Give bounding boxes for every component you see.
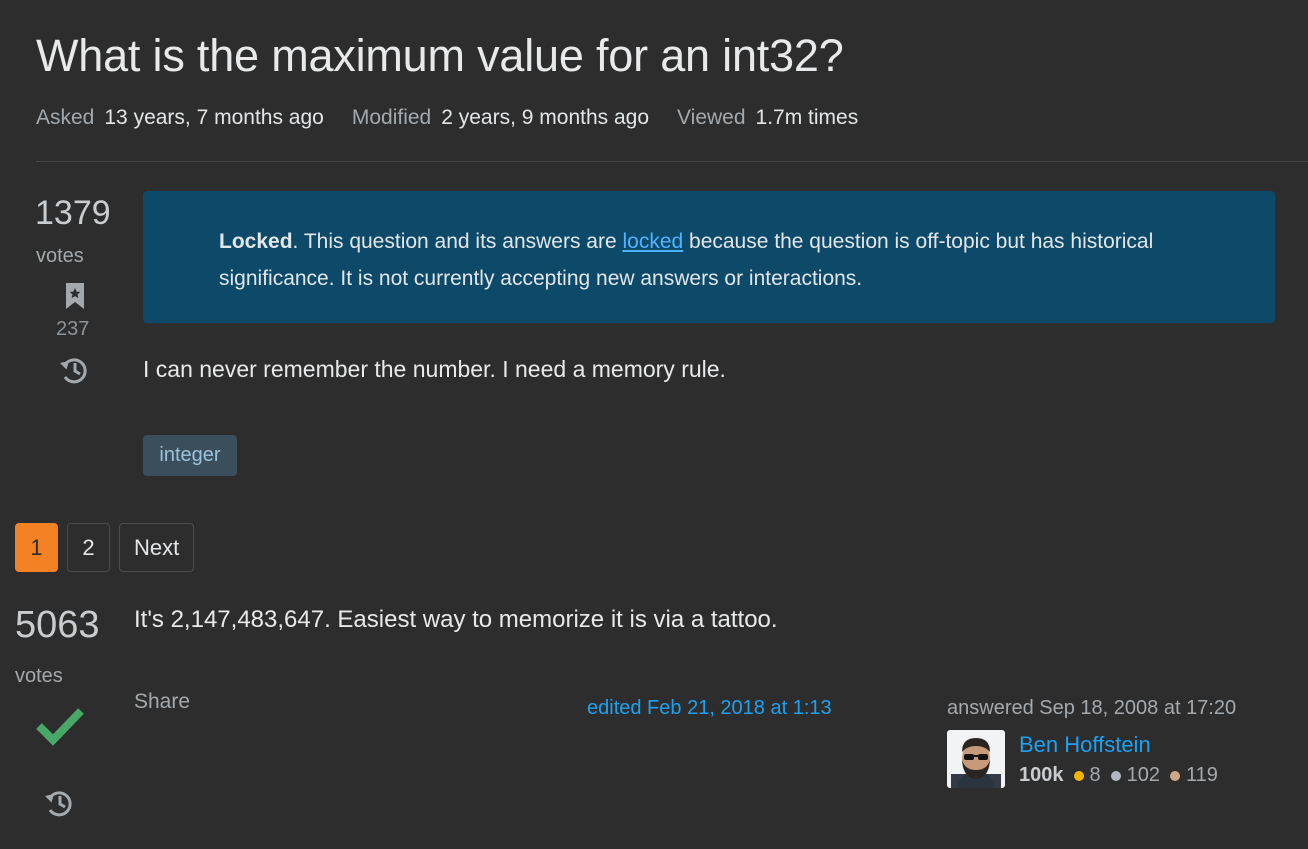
meta-asked: Asked 13 years, 7 months ago bbox=[36, 106, 324, 130]
question-page: What is the maximum value for an int32? … bbox=[0, 0, 1308, 849]
accepted-check-icon bbox=[36, 708, 84, 746]
meta-modified-label: Modified bbox=[351, 106, 432, 129]
notice-bold: Locked bbox=[219, 230, 293, 253]
history-icon[interactable] bbox=[57, 353, 91, 387]
gold-badge-count: 8 bbox=[1089, 764, 1101, 786]
user-avatar[interactable] bbox=[947, 730, 1005, 788]
answer-votes-label: votes bbox=[15, 665, 63, 687]
tag-integer[interactable]: integer bbox=[143, 435, 237, 476]
share-link[interactable]: Share bbox=[134, 690, 190, 714]
answers-pagination: 1 2 Next bbox=[15, 523, 203, 572]
user-stats: 100k 8 102 119 bbox=[1019, 764, 1228, 787]
bronze-badge-icon bbox=[1170, 770, 1180, 781]
question-title[interactable]: What is the maximum value for an int32? bbox=[36, 30, 844, 82]
bookmark-count: 237 bbox=[56, 318, 90, 340]
notice-locked-link[interactable]: locked bbox=[622, 230, 683, 253]
edited-link[interactable]: edited Feb 21, 2018 at 1:13 bbox=[587, 697, 832, 720]
user-name-link[interactable]: Ben Hoffstein bbox=[1019, 732, 1151, 758]
page-1-button[interactable]: 1 bbox=[15, 523, 58, 572]
meta-modified-value[interactable]: 2 years, 9 months ago bbox=[441, 106, 649, 129]
silver-badge-count: 102 bbox=[1126, 764, 1160, 786]
history-icon[interactable] bbox=[42, 786, 76, 820]
meta-modified: Modified 2 years, 9 months ago bbox=[352, 106, 649, 130]
locked-notice: Locked. This question and its answers ar… bbox=[143, 191, 1275, 323]
question-meta: Asked 13 years, 7 months ago Modified 2 ye… bbox=[36, 106, 886, 130]
page-2-button[interactable]: 2 bbox=[67, 523, 110, 572]
answer-vote-count: 5063 bbox=[15, 604, 100, 646]
answer-body: It's 2,147,483,647. Easiest way to memor… bbox=[134, 606, 778, 633]
question-votes-label: votes bbox=[36, 245, 84, 267]
bookmark-icon[interactable] bbox=[64, 282, 86, 310]
question-vote-count: 1379 bbox=[35, 194, 111, 232]
silver-badges: 102 bbox=[1110, 764, 1160, 787]
bronze-badge-count: 119 bbox=[1186, 764, 1218, 786]
next-page-button[interactable]: Next bbox=[119, 523, 195, 572]
meta-asked-label: Asked bbox=[36, 106, 95, 129]
user-reputation: 100k bbox=[1019, 764, 1064, 786]
notice-text-before: . This question and its answers are bbox=[292, 230, 623, 253]
question-vote-column: 1379 votes 237 bbox=[20, 194, 130, 387]
meta-asked-value[interactable]: 13 years, 7 months ago bbox=[104, 106, 323, 129]
bronze-badges: 119 bbox=[1170, 764, 1218, 787]
answer-vote-column: 5063 votes bbox=[10, 604, 120, 820]
question-body: I can never remember the number. I need … bbox=[143, 356, 726, 382]
meta-viewed-label: Viewed bbox=[677, 106, 746, 129]
gold-badges: 8 bbox=[1073, 764, 1101, 787]
answered-timestamp: answered Sep 18, 2008 at 17:20 bbox=[947, 697, 1237, 719]
title-divider bbox=[36, 161, 1308, 162]
silver-badge-icon bbox=[1110, 770, 1121, 781]
gold-badge-icon bbox=[1073, 770, 1084, 781]
meta-viewed: Viewed 1.7m times bbox=[677, 106, 858, 130]
meta-viewed-value: 1.7m times bbox=[755, 106, 859, 129]
